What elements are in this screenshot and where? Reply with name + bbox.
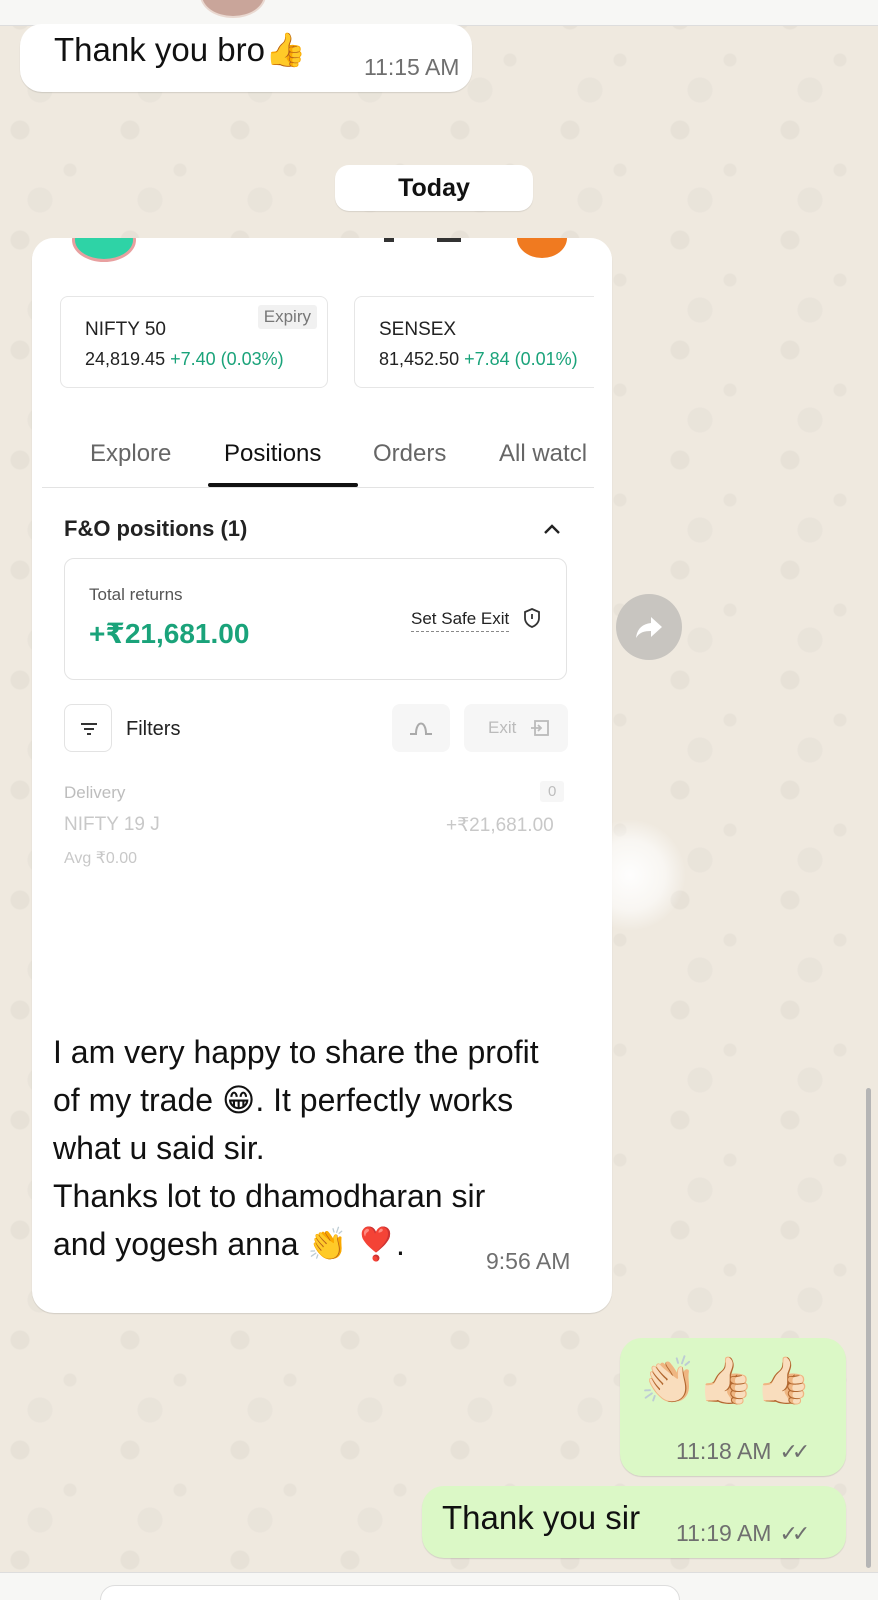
incoming-image-message[interactable]: Expiry NIFTY 50 24,819.45 +7.40 (0.03%) … [32, 238, 612, 1313]
exit-button: Exit [464, 704, 568, 752]
total-returns-card: Total returns +₹21,681.00 Set Safe Exit [64, 558, 567, 680]
message-caption: I am very happy to share the profit of m… [53, 1028, 598, 1268]
app-tabs: Explore Positions Orders All watcl [42, 428, 594, 488]
tab-orders: Orders [373, 440, 447, 467]
contact-avatar[interactable] [200, 0, 266, 18]
index-change: +7.40 (0.03%) [170, 349, 284, 369]
position-name: NIFTY 19 J [64, 814, 160, 835]
index-card-sensex: SENSEX 81,452.50 +7.84 (0.01%) [354, 296, 594, 388]
message-time: 9:56 AM [486, 1248, 571, 1274]
index-name: SENSEX [379, 319, 457, 340]
filter-icon [81, 723, 97, 735]
set-safe-exit-link: Set Safe Exit [411, 609, 510, 632]
filter-button [64, 704, 112, 752]
position-type: Delivery [64, 783, 126, 802]
chevron-up-icon [542, 516, 562, 542]
message-input-bar [0, 1572, 878, 1600]
index-name: NIFTY 50 [85, 319, 166, 340]
tab-positions: Positions [224, 440, 322, 467]
filters-label: Filters [126, 718, 181, 740]
index-price: 24,819.45 [85, 349, 166, 369]
total-returns-label: Total returns [89, 585, 183, 604]
incoming-message[interactable]: Thank you bro👍 11:15 AM [20, 24, 472, 92]
exit-icon [531, 720, 549, 736]
exit-label: Exit [488, 718, 517, 737]
index-card-nifty: Expiry NIFTY 50 24,819.45 +7.40 (0.03%) [60, 296, 328, 388]
expiry-badge: Expiry [257, 305, 317, 329]
index-change: +7.84 (0.01%) [464, 349, 578, 369]
pulse-icon [410, 722, 432, 735]
light-glare [575, 820, 685, 930]
message-time: 11:19 AM ✓✓ [676, 1520, 810, 1547]
shield-icon [524, 608, 540, 628]
time-text: 11:18 AM [676, 1438, 772, 1464]
caption-line: I am very happy to share the profit [53, 1034, 539, 1070]
forward-share-icon [636, 617, 662, 638]
cropped-text [437, 238, 461, 242]
date-divider: Today [335, 165, 533, 211]
total-returns-value: +₹21,681.00 [89, 618, 250, 649]
message-text: Thank you bro👍 [54, 31, 307, 68]
message-time: 11:15 AM [364, 54, 460, 80]
caption-line: Thanks lot to dhamodharan sir [53, 1178, 486, 1214]
cropped-text [384, 238, 394, 242]
chat-header [0, 0, 878, 26]
outgoing-message[interactable]: 👏🏻👍🏻👍🏻 11:18 AM ✓✓ [620, 1338, 846, 1476]
time-text: 11:19 AM [676, 1520, 772, 1546]
index-value: 81,452.50 +7.84 (0.01%) [379, 349, 578, 370]
section-title: F&O positions (1) [64, 516, 248, 541]
message-text: Thank you sir [442, 1499, 641, 1536]
message-input[interactable] [100, 1585, 680, 1600]
analyse-button [392, 704, 450, 752]
message-time: 11:18 AM ✓✓ [676, 1438, 810, 1465]
position-quantity: 0 [540, 781, 565, 802]
index-value: 24,819.45 +7.40 (0.03%) [85, 349, 284, 370]
caption-line: of my trade 😁. It perfectly works [53, 1082, 514, 1118]
position-average: Avg ₹0.00 [64, 850, 138, 867]
index-price: 81,452.50 [379, 349, 460, 369]
scrollbar[interactable] [866, 1088, 871, 1568]
tab-all-watchlists: All watcl [499, 440, 588, 467]
caption-line: what u said sir. [53, 1130, 265, 1166]
tab-explore: Explore [90, 440, 172, 467]
double-check-icon: ✓✓ [779, 1521, 810, 1546]
profile-icon [517, 238, 567, 258]
shared-screenshot[interactable]: Expiry NIFTY 50 24,819.45 +7.40 (0.03%) … [32, 238, 612, 1028]
double-check-icon: ✓✓ [779, 1439, 810, 1464]
app-logo-icon [72, 238, 136, 262]
position-pnl: +₹21,681.00 [446, 815, 554, 836]
active-tab-indicator [208, 483, 358, 487]
forward-button[interactable] [616, 594, 682, 660]
outgoing-message[interactable]: Thank you sir 11:19 AM ✓✓ [422, 1486, 846, 1558]
message-text: 👏🏻👍🏻👍🏻 [640, 1354, 812, 1406]
